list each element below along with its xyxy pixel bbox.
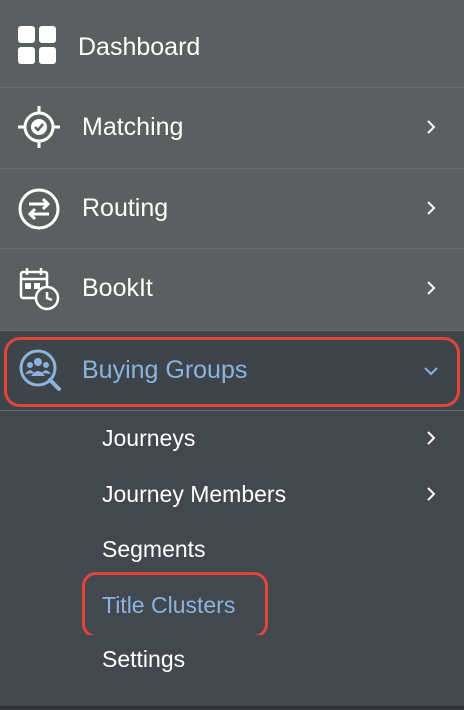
chevron-down-icon [424, 364, 438, 378]
sidebar-item-label: Buying Groups [82, 356, 248, 384]
chevron-right-icon [424, 201, 438, 215]
sidebar-item-label: Routing [82, 194, 169, 222]
sidebar-item-label: Dashboard [78, 33, 201, 61]
target-check-icon [16, 104, 62, 150]
sidebar-item-label: Matching [82, 113, 184, 141]
calendar-clock-icon [16, 266, 62, 312]
sidebar-item-routing[interactable]: Routing [0, 169, 464, 249]
divider [0, 706, 464, 710]
sidebar-item-bookit[interactable]: BookIt [0, 249, 464, 331]
submenu-item-journey-members[interactable]: Journey Members [0, 467, 464, 523]
dashboard-grid-icon [16, 22, 62, 68]
submenu-item-label: Settings [102, 646, 186, 672]
chevron-right-icon [424, 120, 438, 134]
submenu-item-settings[interactable]: Settings [0, 635, 464, 706]
routing-arrows-icon [16, 186, 62, 232]
chevron-right-icon [424, 431, 438, 445]
sidebar-item-matching[interactable]: Matching [0, 88, 464, 169]
submenu-item-label: Segments [102, 536, 206, 562]
submenu-item-journeys[interactable]: Journeys [0, 411, 464, 467]
sidebar-item-label: BookIt [82, 274, 153, 302]
submenu-item-title-clusters[interactable]: Title Clusters [0, 579, 464, 635]
sidebar-item-dashboard[interactable]: Dashboard [0, 0, 464, 88]
people-search-icon [16, 346, 62, 392]
submenu-item-label: Journey Members [102, 481, 287, 507]
submenu-item-label: Title Clusters [102, 592, 236, 618]
submenu-item-segments[interactable]: Segments [0, 523, 464, 579]
chevron-right-icon [424, 281, 438, 295]
submenu-item-label: Journeys [102, 425, 196, 451]
chevron-right-icon [424, 487, 438, 501]
sidebar-nav: Dashboard Matching Routing BookIt Buying… [0, 0, 464, 710]
sidebar-item-buying-groups[interactable]: Buying Groups [0, 331, 464, 411]
